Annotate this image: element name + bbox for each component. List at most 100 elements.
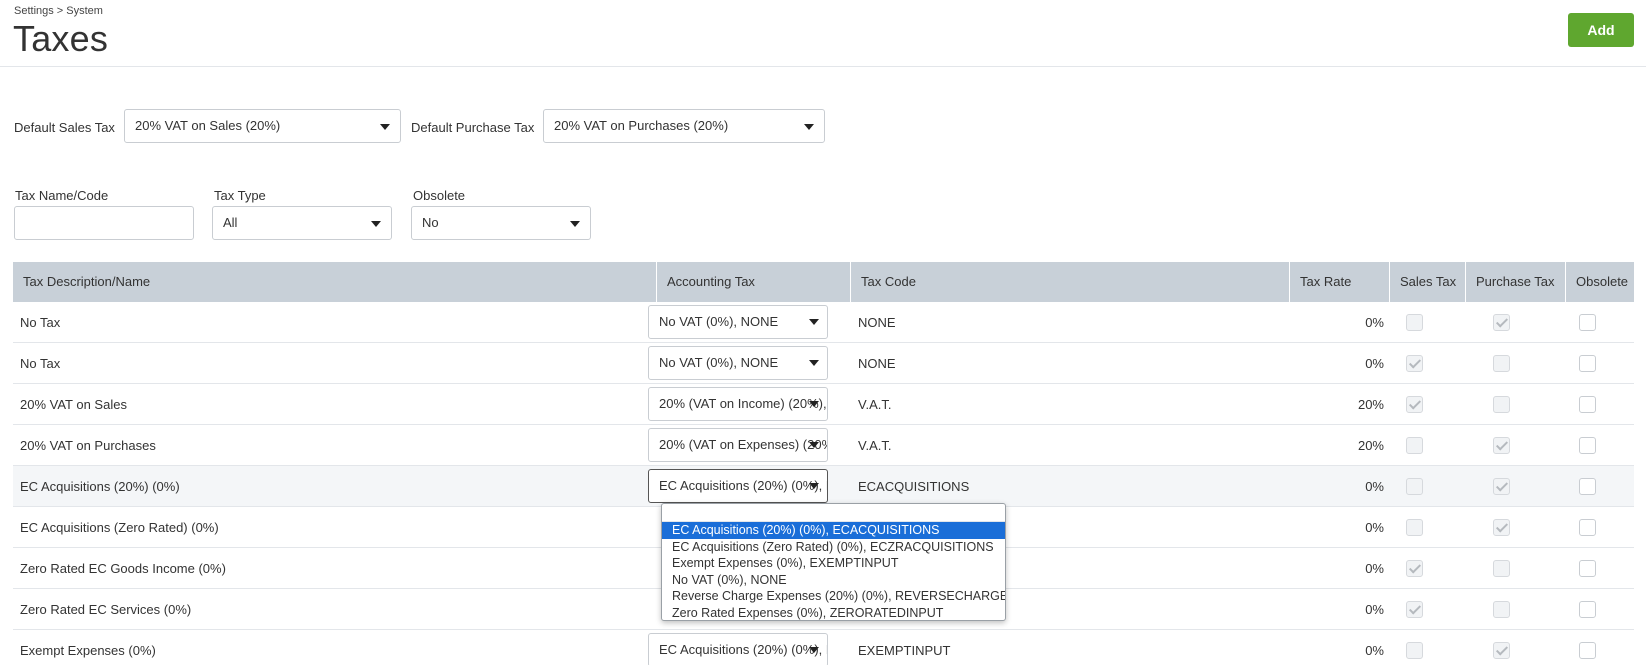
sales-tax-checkbox[interactable]: [1406, 519, 1423, 536]
default-sales-tax-select[interactable]: 20% VAT on Sales (20%): [124, 109, 401, 143]
purchase-tax-checkbox[interactable]: [1493, 642, 1510, 659]
obsolete-checkbox[interactable]: [1579, 314, 1596, 331]
accounting-tax-select[interactable]: No VAT (0%), NONE: [648, 346, 828, 380]
tax-description-cell: EC Acquisitions (20%) (0%): [20, 479, 180, 494]
obsolete-checkbox[interactable]: [1579, 519, 1596, 536]
table-row[interactable]: EC Acquisitions (20%) (0%) EC Acquisition…: [13, 466, 1634, 507]
tax-name-filter-input[interactable]: [14, 206, 194, 240]
table-header: Tax Description/Name Accounting Tax Tax …: [13, 262, 1634, 302]
column-header-accounting-tax[interactable]: Accounting Tax: [657, 262, 851, 302]
chevron-down-icon: [380, 124, 390, 130]
accounting-tax-select[interactable]: 20% (VAT on Expenses) (20%), INPUT2: [648, 428, 828, 462]
sales-tax-checkbox[interactable]: [1406, 560, 1423, 577]
purchase-tax-checkbox[interactable]: [1493, 437, 1510, 454]
accounting-tax-dropdown: EC Acquisitions (20%) (0%), ECACQUISITIO…: [661, 503, 1006, 621]
obsolete-filter-value: No: [422, 215, 439, 230]
dropdown-option[interactable]: EC Acquisitions (Zero Rated) (0%), ECZRA…: [662, 539, 1005, 556]
column-header-sales-tax[interactable]: Sales Tax: [1390, 262, 1466, 302]
tax-code-cell: EXEMPTINPUT: [858, 643, 951, 658]
obsolete-filter-select[interactable]: No: [411, 206, 591, 240]
breadcrumb[interactable]: Settings > System: [14, 5, 103, 17]
chevron-down-icon: [809, 442, 819, 448]
dropdown-option[interactable]: Zero Rated Expenses (0%), ZERORATEDINPUT: [662, 605, 1005, 621]
chevron-down-icon: [809, 401, 819, 407]
purchase-tax-checkbox[interactable]: [1493, 478, 1510, 495]
obsolete-checkbox[interactable]: [1579, 601, 1596, 618]
tax-rate-cell: 0%: [1365, 356, 1384, 371]
chevron-down-icon: [809, 360, 819, 366]
sales-tax-checkbox[interactable]: [1406, 314, 1423, 331]
table-row[interactable]: Exempt Expenses (0%) EC Acquisitions (20%…: [13, 630, 1634, 665]
accounting-tax-select[interactable]: No VAT (0%), NONE: [648, 305, 828, 339]
dropdown-option[interactable]: Reverse Charge Expenses (20%) (0%), REVE…: [662, 588, 1005, 605]
header-divider: [0, 66, 1646, 67]
obsolete-checkbox[interactable]: [1579, 560, 1596, 577]
column-header-tax-code[interactable]: Tax Code: [851, 262, 1290, 302]
accounting-tax-select[interactable]: EC Acquisitions (20%) (0%), ECACQUISITIO…: [648, 633, 828, 665]
tax-rate-cell: 0%: [1365, 479, 1384, 494]
add-button[interactable]: Add: [1568, 13, 1634, 47]
sales-tax-checkbox[interactable]: [1406, 601, 1423, 618]
purchase-tax-checkbox[interactable]: [1493, 560, 1510, 577]
tax-rate-cell: 20%: [1357, 438, 1384, 453]
tax-description-cell: Zero Rated EC Services (0%): [20, 602, 192, 617]
accounting-tax-value: No VAT (0%), NONE: [659, 314, 779, 329]
tax-code-cell: ECACQUISITIONS: [858, 479, 970, 494]
obsolete-checkbox[interactable]: [1579, 437, 1596, 454]
tax-description-cell: No Tax: [20, 315, 61, 330]
chevron-down-icon: [809, 647, 819, 653]
dropdown-option[interactable]: EC Acquisitions (20%) (0%), ECACQUISITIO…: [662, 522, 1005, 539]
tax-code-cell: NONE: [858, 315, 896, 330]
accounting-tax-select[interactable]: 20% (VAT on Income) (20%), OUTPUT2: [648, 387, 828, 421]
sales-tax-checkbox[interactable]: [1406, 396, 1423, 413]
default-purchase-tax-select[interactable]: 20% VAT on Purchases (20%): [543, 109, 825, 143]
tax-rate-cell: 0%: [1365, 602, 1384, 617]
purchase-tax-checkbox[interactable]: [1493, 396, 1510, 413]
tax-type-filter-select[interactable]: All: [212, 206, 392, 240]
accounting-tax-value: EC Acquisitions (20%) (0%), ECACQUISITIO…: [659, 478, 827, 493]
column-header-purchase-tax[interactable]: Purchase Tax: [1466, 262, 1566, 302]
sales-tax-checkbox[interactable]: [1406, 355, 1423, 372]
obsolete-checkbox[interactable]: [1579, 642, 1596, 659]
table-row[interactable]: 20% VAT on Sales 20% (VAT on Income) (20%…: [13, 384, 1634, 425]
accounting-tax-select[interactable]: EC Acquisitions (20%) (0%), ECACQUISITIO…: [648, 469, 828, 503]
table-row[interactable]: 20% VAT on Purchases 20% (VAT on Expenses…: [13, 425, 1634, 466]
chevron-down-icon: [371, 221, 381, 227]
purchase-tax-checkbox[interactable]: [1493, 314, 1510, 331]
purchase-tax-checkbox[interactable]: [1493, 355, 1510, 372]
dropdown-option[interactable]: No VAT (0%), NONE: [662, 572, 1005, 589]
page-title: Taxes: [13, 18, 109, 59]
tax-type-filter-label: Tax Type: [214, 188, 266, 203]
sales-tax-checkbox[interactable]: [1406, 642, 1423, 659]
tax-description-cell: No Tax: [20, 356, 61, 371]
tax-description-cell: EC Acquisitions (Zero Rated) (0%): [20, 520, 219, 535]
tax-rate-cell: 0%: [1365, 643, 1384, 658]
tax-description-cell: Zero Rated EC Goods Income (0%): [20, 561, 226, 576]
tax-code-cell: V.A.T.: [858, 397, 892, 412]
obsolete-checkbox[interactable]: [1579, 396, 1596, 413]
tax-rate-cell: 0%: [1365, 520, 1384, 535]
accounting-tax-value: No VAT (0%), NONE: [659, 355, 779, 370]
column-header-obsolete[interactable]: Obsolete: [1566, 262, 1634, 302]
dropdown-search-field[interactable]: [662, 504, 1005, 522]
obsolete-checkbox[interactable]: [1579, 355, 1596, 372]
column-header-description[interactable]: Tax Description/Name: [13, 262, 657, 302]
purchase-tax-checkbox[interactable]: [1493, 601, 1510, 618]
obsolete-filter-label: Obsolete: [413, 188, 466, 203]
default-sales-tax-value: 20% VAT on Sales (20%): [135, 118, 281, 133]
purchase-tax-checkbox[interactable]: [1493, 519, 1510, 536]
accounting-tax-value: 20% (VAT on Expenses) (20%), INPUT2: [659, 437, 827, 452]
table-row[interactable]: No Tax No VAT (0%), NONE NONE 0%: [13, 302, 1634, 343]
chevron-down-icon: [809, 483, 819, 489]
tax-rate-cell: 0%: [1365, 561, 1384, 576]
dropdown-option[interactable]: Exempt Expenses (0%), EXEMPTINPUT: [662, 555, 1005, 572]
chevron-down-icon: [570, 221, 580, 227]
obsolete-checkbox[interactable]: [1579, 478, 1596, 495]
default-purchase-tax-label: Default Purchase Tax: [411, 120, 535, 135]
column-header-tax-rate[interactable]: Tax Rate: [1290, 262, 1390, 302]
default-purchase-tax-value: 20% VAT on Purchases (20%): [554, 118, 729, 133]
sales-tax-checkbox[interactable]: [1406, 478, 1423, 495]
sales-tax-checkbox[interactable]: [1406, 437, 1423, 454]
table-row[interactable]: No Tax No VAT (0%), NONE NONE 0%: [13, 343, 1634, 384]
default-sales-tax-label: Default Sales Tax: [14, 120, 115, 135]
